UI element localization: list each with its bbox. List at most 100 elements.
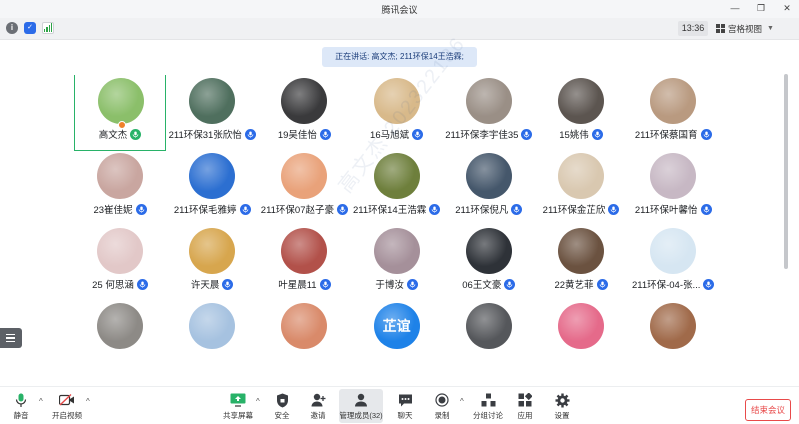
avatar: [558, 228, 604, 274]
meeting-info-bar: i ✓ 13:36 宫格视图 ▼: [0, 18, 799, 40]
avatar: [281, 78, 328, 124]
chat-button[interactable]: 聊天: [392, 389, 418, 423]
microphone-icon: [703, 278, 715, 290]
participant-name: 211环保蔡国育: [634, 130, 698, 141]
microphone-icon: [319, 278, 331, 290]
avatar: [189, 78, 236, 124]
avatar: [465, 228, 512, 274]
participant-tile[interactable]: [443, 300, 535, 376]
participant-grid: 高文杰 211环保31张欣怡 19吴佳怡 16马旭斌 211环保李宇佳35 15姚伟 211…: [74, 75, 754, 385]
signal-icon[interactable]: [42, 22, 54, 34]
grid-view-icon: [716, 24, 725, 33]
participant-name-row: 211环保叶馨怡: [607, 202, 739, 216]
microphone-icon: [700, 128, 712, 140]
view-mode-label: 宫格视图: [728, 23, 763, 34]
participant-name: 叶星晨11: [278, 280, 317, 291]
participant-name-row: 211环保蔡国育: [607, 127, 739, 141]
participant-name: 211环保倪凡: [455, 205, 509, 216]
window-controls: — ❐ ✕: [729, 2, 793, 15]
shield-icon[interactable]: ✓: [24, 22, 36, 34]
share-screen-label: 共享屏幕: [223, 411, 253, 420]
video-options-caret[interactable]: ^: [86, 397, 90, 406]
avatar: [558, 303, 604, 349]
share-screen-button[interactable]: 共享屏幕: [222, 389, 254, 423]
avatar-text: 芷谊: [382, 318, 411, 334]
video-label: 开启视频: [52, 411, 82, 420]
participant-tile[interactable]: 211环保蔡国育: [627, 75, 719, 151]
security-shield-icon: [274, 392, 290, 408]
participant-tile[interactable]: [627, 300, 719, 376]
avatar: [98, 78, 144, 124]
participant-tile[interactable]: [166, 300, 258, 376]
camera-off-icon: [59, 392, 75, 408]
invite-label: 邀请: [310, 411, 326, 420]
participant-name: 06王文豪: [462, 280, 502, 291]
share-screen-icon: [230, 392, 246, 408]
gear-icon: [554, 392, 570, 408]
apps-icon: [517, 392, 533, 408]
mute-button[interactable]: 静音: [6, 389, 36, 423]
participant-tile[interactable]: 芷谊: [351, 300, 443, 376]
invite-button[interactable]: 邀请: [305, 389, 331, 423]
record-button[interactable]: 录制: [429, 389, 455, 423]
side-panel-toggle[interactable]: [0, 328, 22, 348]
info-icon[interactable]: i: [6, 22, 18, 34]
view-mode-dropdown[interactable]: 宫格视图 ▼: [716, 21, 778, 36]
avatar: [373, 228, 420, 274]
participant-name: 15姚伟: [559, 130, 589, 141]
participant-name: 22黄艺菲: [554, 280, 594, 291]
chevron-down-icon: ▼: [767, 25, 774, 32]
participant-tile[interactable]: 211环保叶馨怡: [627, 150, 719, 226]
avatar: [465, 303, 512, 349]
participant-name: 211环保-04-张...: [631, 280, 701, 291]
microphone-icon: [412, 128, 424, 140]
participant-name: 211环保07赵子豪: [260, 205, 334, 216]
end-meeting-button[interactable]: 结束会议: [745, 399, 791, 421]
security-button[interactable]: 安全: [269, 389, 295, 423]
microphone-icon: [130, 128, 142, 140]
participant-name: 211环保31张欣怡: [168, 130, 242, 141]
microphone-icon: [406, 278, 418, 290]
participant-name: 于博汝: [375, 280, 404, 291]
restore-icon[interactable]: ❐: [755, 2, 767, 15]
avatar: [465, 78, 512, 124]
avatar: [281, 303, 328, 349]
avatar: [558, 78, 604, 124]
apps-button[interactable]: 应用: [512, 389, 538, 423]
participant-tile[interactable]: 211环保-04-张...: [627, 225, 719, 301]
avatar: [650, 153, 697, 199]
apps-label: 应用: [517, 411, 533, 420]
record-label: 录制: [434, 411, 450, 420]
microphone-icon: [13, 392, 29, 408]
microphone-icon: [596, 278, 608, 290]
add-user-icon: [310, 392, 326, 408]
close-icon[interactable]: ✕: [781, 2, 793, 15]
record-options-caret[interactable]: ^: [460, 397, 464, 406]
avatar: [650, 303, 697, 349]
title-bar: 腾讯会议 — ❐ ✕: [0, 0, 799, 18]
avatar: [465, 153, 512, 199]
chat-label: 聊天: [397, 411, 413, 420]
video-button[interactable]: 开启视频: [50, 389, 84, 423]
grid-scrollbar[interactable]: [784, 74, 788, 269]
manage-members-button[interactable]: 管理成员(32): [339, 389, 383, 423]
settings-button[interactable]: 设置: [549, 389, 575, 423]
minimize-icon[interactable]: —: [729, 2, 741, 15]
avatar: [281, 228, 328, 274]
avatar: [650, 78, 697, 124]
participant-tile[interactable]: [258, 300, 350, 376]
avatar: [97, 153, 143, 199]
participant-name-row: 211环保-04-张...: [607, 277, 739, 291]
breakout-rooms-button[interactable]: 分组讨论: [472, 389, 504, 423]
breakout-rooms-label: 分组讨论: [473, 411, 503, 420]
avatar: [189, 303, 236, 349]
window-title: 腾讯会议: [381, 5, 418, 15]
mute-options-caret[interactable]: ^: [39, 397, 43, 406]
record-icon: [434, 392, 450, 408]
meeting-clock: 13:36: [678, 21, 708, 36]
participant-name: 211环保毛雅婷: [173, 205, 237, 216]
security-label: 安全: [274, 411, 290, 420]
participant-tile[interactable]: [535, 300, 627, 376]
participant-tile[interactable]: [74, 300, 166, 376]
share-options-caret[interactable]: ^: [256, 397, 260, 406]
